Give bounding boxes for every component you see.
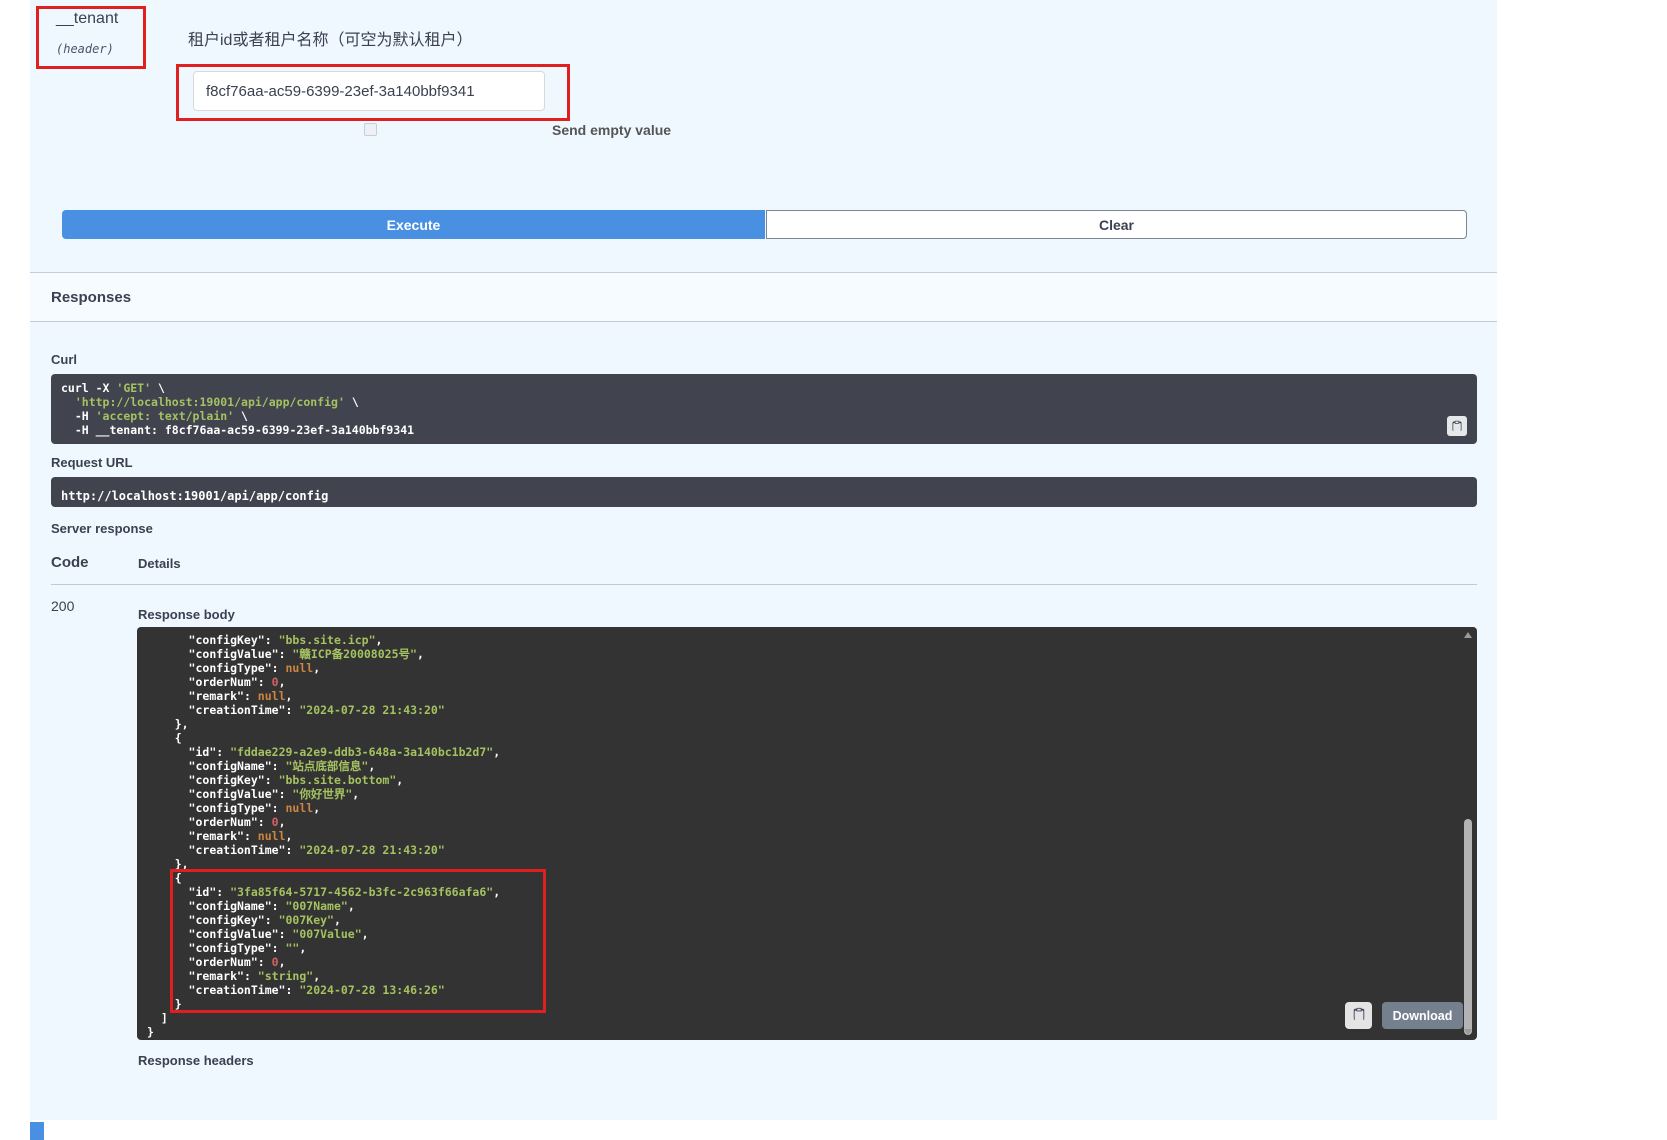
curl-code: curl -X 'GET' \ 'http://localhost:19001/… (61, 381, 1467, 437)
status-code: 200 (51, 598, 74, 614)
response-body-scrollbar[interactable] (1462, 629, 1474, 1038)
code-line: "configKey": "bbs.site.icp", (147, 633, 1467, 647)
code-line: } (147, 1025, 1467, 1039)
details-column-header: Details (138, 556, 181, 571)
response-headers-label: Response headers (138, 1053, 254, 1068)
curl-block: curl -X 'GET' \ 'http://localhost:19001/… (51, 374, 1477, 444)
code-line: "creationTime": "2024-07-28 21:43:20" (147, 843, 1467, 857)
swagger-operation-page: __tenant (header) 租户id或者租户名称（可空为默认租户） Se… (0, 0, 1667, 1140)
code-line: "configKey": "bbs.site.bottom", (147, 773, 1467, 787)
code-line: "orderNum": 0, (147, 815, 1467, 829)
code-line: "orderNum": 0, (147, 675, 1467, 689)
code-column-header: Code (51, 554, 89, 571)
code-line: "configName": "站点底部信息", (147, 759, 1467, 773)
code-line: "configType": null, (147, 661, 1467, 675)
code-line: "remark": null, (147, 689, 1467, 703)
curl-label: Curl (51, 352, 77, 367)
code-line: -H 'accept: text/plain' \ (61, 409, 1467, 423)
code-line: -H __tenant: f8cf76aa-ac59-6399-23ef-3a1… (61, 423, 1467, 437)
next-opblock-corner (30, 1122, 44, 1140)
annotation-box-json-object (170, 869, 546, 1013)
scroll-up-arrow-icon[interactable] (1464, 632, 1472, 638)
clipboard-icon (1352, 1006, 1366, 1025)
code-line: "configValue": "你好世界", (147, 787, 1467, 801)
clipboard-icon (1451, 417, 1463, 436)
send-empty-checkbox[interactable] (364, 123, 377, 136)
code-line: "configType": null, (147, 801, 1467, 815)
table-header-divider (51, 584, 1477, 585)
code-line: "creationTime": "2024-07-28 21:43:20" (147, 703, 1467, 717)
response-body-label: Response body (138, 607, 235, 622)
code-line: 'http://localhost:19001/api/app/config' … (61, 395, 1467, 409)
copy-curl-button[interactable] (1447, 416, 1467, 436)
code-line: "configValue": "赣ICP备20008025号", (147, 647, 1467, 661)
request-url-label: Request URL (51, 455, 133, 470)
execute-button[interactable]: Execute (62, 210, 765, 239)
request-url-value: http://localhost:19001/api/app/config (61, 489, 328, 503)
scroll-down-arrow-icon[interactable] (1464, 1029, 1472, 1035)
code-line: "id": "fddae229-a2e9-ddb3-648a-3a140bc1b… (147, 745, 1467, 759)
request-url-block: http://localhost:19001/api/app/config (51, 477, 1477, 507)
download-button[interactable]: Download (1382, 1002, 1463, 1029)
param-description: 租户id或者租户名称（可空为默认租户） (188, 26, 472, 50)
clear-button[interactable]: Clear (766, 210, 1467, 239)
code-line: ] (147, 1011, 1467, 1025)
copy-response-button[interactable] (1345, 1002, 1372, 1029)
annotation-box-tenant (36, 6, 146, 69)
code-line: }, (147, 717, 1467, 731)
scrollbar-thumb[interactable] (1464, 819, 1472, 1035)
server-response-label: Server response (51, 521, 153, 536)
code-line: "remark": null, (147, 829, 1467, 843)
annotation-box-input (176, 64, 570, 121)
code-line: curl -X 'GET' \ (61, 381, 1467, 395)
responses-section-header: Responses (30, 272, 1497, 322)
code-line: { (147, 731, 1467, 745)
responses-title: Responses (51, 289, 131, 306)
send-empty-label: Send empty value (552, 122, 671, 138)
